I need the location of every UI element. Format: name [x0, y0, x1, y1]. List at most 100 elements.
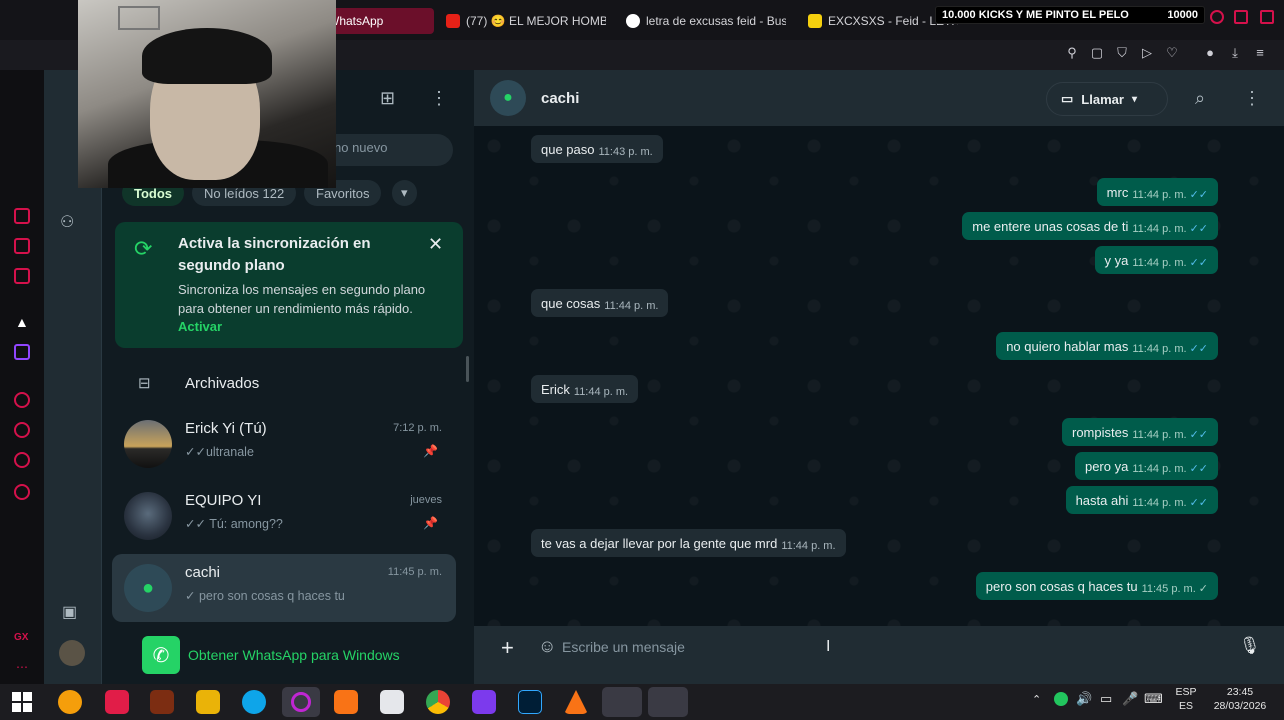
list-scrollbar[interactable] [466, 356, 469, 382]
kebab-menu-icon[interactable]: ⋮ [430, 88, 448, 109]
taskbar-game-icon[interactable] [150, 690, 174, 714]
clock[interactable]: 23:45 28/03/2026 [1205, 685, 1275, 713]
communities-icon[interactable]: ⚇ [60, 212, 74, 232]
message-out[interactable]: me entere unas cosas de ti 11:44 p. m. ✓… [962, 212, 1218, 240]
desktop-screen: WhatsApp (77) 😊 EL MEJOR HOMBR letra de … [0, 0, 1284, 720]
emoji-sticker-icon[interactable]: ☺ [538, 636, 556, 657]
network-icon[interactable]: ▭ [1100, 692, 1112, 706]
taskbar-telegram-icon[interactable] [242, 690, 266, 714]
start-menu-icon[interactable] [12, 692, 32, 712]
message-out[interactable]: pero son cosas q haces tu 11:45 p. m. ✓ [975, 572, 1218, 600]
taskbar-media-player-icon[interactable] [334, 690, 358, 714]
attach-plus-icon[interactable]: + [501, 635, 514, 661]
call-button[interactable]: ▭ Llamar ▾ [1046, 82, 1168, 116]
send-icon[interactable]: ▷ [1139, 45, 1155, 61]
twitch-icon[interactable] [14, 344, 30, 360]
gx-store-icon[interactable] [14, 238, 30, 254]
search-placeholder: no nuevo [334, 140, 388, 155]
taskbar-photoshop-icon[interactable] [518, 690, 542, 714]
message-out[interactable]: pero ya 11:44 p. m. ✓✓ [1074, 452, 1218, 480]
input-language[interactable]: ESP ES [1172, 685, 1200, 713]
chevron-down-icon: ▾ [401, 185, 408, 200]
microphone-tray-icon[interactable]: 🎤 [1122, 692, 1138, 706]
taskbar-discord-icon[interactable] [602, 687, 642, 717]
get-windows-app-link[interactable]: ✆ Obtener WhatsApp para Windows [142, 636, 400, 674]
media-icon[interactable]: ▣ [62, 602, 77, 622]
taskbar-browser-icon[interactable] [58, 690, 82, 714]
taskbar-capcut-icon[interactable] [380, 690, 404, 714]
taskbar-obs-icon[interactable] [648, 687, 688, 717]
message-in[interactable]: que cosas 11:44 p. m. [531, 289, 669, 317]
message-out[interactable]: hasta ahi 11:44 p. m. ✓✓ [1065, 486, 1218, 514]
archived-row[interactable]: Archivados [185, 375, 259, 392]
gx-messenger-icon[interactable] [14, 268, 30, 284]
read-check-icon: ✓✓ [1189, 497, 1208, 509]
tab-google-search[interactable]: letra de excusas feid - Bus [626, 8, 786, 34]
user-avatar[interactable] [59, 640, 85, 666]
streamer-cap [142, 28, 272, 84]
message-text: pero son cosas q haces tu [985, 579, 1138, 594]
microphone-icon[interactable]: 🎙 [1239, 636, 1261, 656]
message-time: 11:44 p. m. [1132, 429, 1187, 441]
volume-icon[interactable]: 🔊 [1076, 692, 1092, 706]
message-time: 11:44 p. m. [1132, 257, 1187, 269]
message-out[interactable]: no quiero hablar mas 11:44 p. m. ✓✓ [996, 332, 1218, 360]
chat-row-cachi[interactable]: ● cachi 11:45 p. m. ✓ pero son cosas q h… [112, 554, 456, 622]
gx-sidebar [0, 70, 44, 684]
settings-icon[interactable] [14, 484, 30, 500]
activate-link[interactable]: Activar [178, 319, 222, 334]
conversation-scrollbar[interactable] [1276, 136, 1280, 616]
search-icon[interactable]: ⌕ [1195, 88, 1205, 109]
tab-label: WhatsApp [328, 14, 384, 28]
message-out[interactable]: rompistes 11:44 p. m. ✓✓ [1061, 418, 1218, 446]
tray-overflow-icon[interactable]: ⌃ [1032, 693, 1041, 707]
close-window-icon[interactable] [1260, 10, 1274, 24]
message-in[interactable]: Erick 11:44 p. m. [531, 375, 639, 403]
message-in[interactable]: que paso 11:43 p. m. [531, 135, 663, 163]
taskbar-folder-icon[interactable] [196, 690, 220, 714]
gx-music-icon[interactable]: ▲ [15, 314, 29, 330]
kebab-menu-icon[interactable]: ⋮ [1243, 88, 1261, 109]
keyboard-icon[interactable]: ⌨ [1144, 692, 1163, 706]
taskbar-chrome-icon[interactable] [426, 690, 450, 714]
more-icon[interactable]: ⋯ [16, 660, 28, 674]
extensions-icon[interactable] [14, 452, 30, 468]
filter-more-dropdown[interactable]: ▾ [392, 180, 417, 206]
goal-count: 10000 [1167, 9, 1198, 21]
history-icon[interactable] [14, 422, 30, 438]
contact-avatar[interactable]: ● [490, 80, 526, 116]
taskbar-wps-icon[interactable] [105, 690, 129, 714]
archive-icon: ⊟ [138, 375, 151, 392]
snapshot-icon[interactable]: ▢ [1089, 45, 1105, 61]
gx-corner-icon[interactable] [14, 208, 30, 224]
chat-time: 7:12 p. m. [393, 422, 442, 434]
message-in[interactable]: te vas a dejar llevar por la gente que m… [531, 529, 846, 557]
chat-row-equipo[interactable]: EQUIPO YI jueves ✓✓ Tú: among?? 📌 [112, 482, 456, 550]
message-time: 11:44 p. m. [604, 300, 659, 312]
message-out[interactable]: y ya 11:44 p. m. ✓✓ [1094, 246, 1218, 274]
profile-icon[interactable]: ● [1202, 45, 1218, 61]
heart-icon[interactable]: ♡ [1164, 45, 1180, 61]
message-time: 11:44 p. m. [1132, 463, 1187, 475]
minimize-icon[interactable] [1210, 10, 1224, 24]
player-icon[interactable] [14, 392, 30, 408]
tab-youtube[interactable]: (77) 😊 EL MEJOR HOMBR [446, 8, 606, 34]
shield-icon[interactable]: ⛉ [1114, 45, 1130, 61]
maximize-icon[interactable] [1234, 10, 1248, 24]
message-text: te vas a dejar llevar por la gente que m… [541, 536, 778, 551]
message-input[interactable] [562, 633, 1232, 661]
taskbar-app-icon[interactable] [472, 690, 496, 714]
close-icon[interactable]: ✕ [428, 234, 443, 255]
menu-icon[interactable]: ≡ [1252, 45, 1268, 61]
tray-app-icon[interactable] [1054, 692, 1068, 706]
pin-icon[interactable]: ⚲ [1064, 45, 1080, 61]
contact-name[interactable]: cachi [541, 90, 579, 107]
chat-row-erick[interactable]: Erick Yi (Tú) 7:12 p. m. ✓✓ultranale 📌 [112, 410, 456, 478]
message-time: 11:44 p. m. [1132, 343, 1187, 355]
message-out[interactable]: mrc 11:44 p. m. ✓✓ [1096, 178, 1218, 206]
new-chat-icon[interactable]: ⊞ [380, 88, 395, 109]
message-time: 11:43 p. m. [598, 146, 653, 158]
tab-label: letra de excusas feid - Bus [646, 14, 786, 28]
download-icon[interactable]: ⤓ [1227, 45, 1243, 61]
taskbar-opera-gx-icon[interactable] [282, 687, 320, 717]
